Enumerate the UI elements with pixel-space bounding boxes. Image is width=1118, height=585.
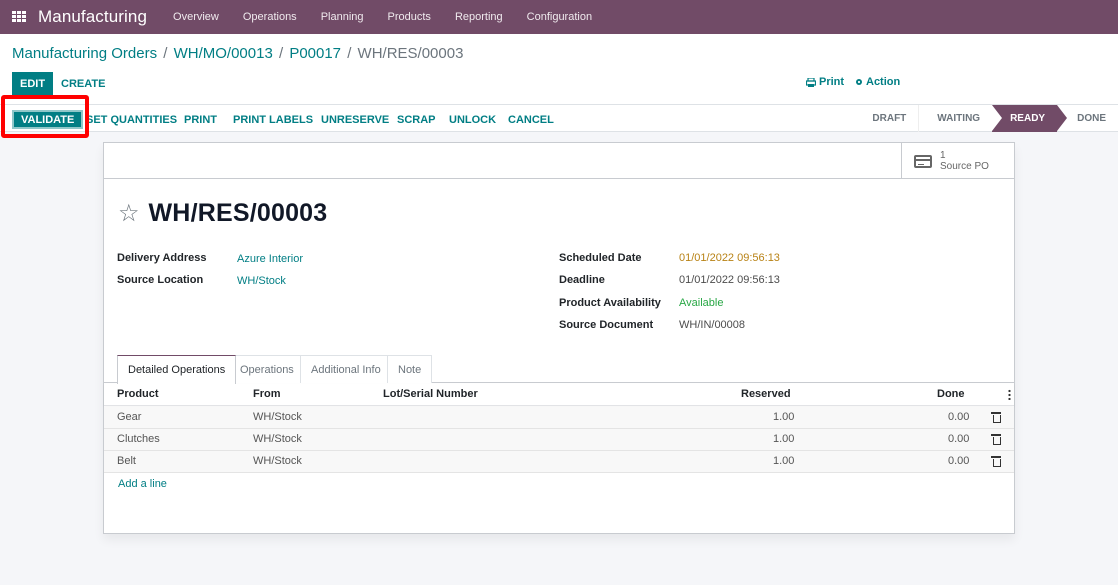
- row-product: Belt: [117, 455, 136, 467]
- source-po-count: 1: [940, 150, 946, 161]
- breadcrumb-separator: /: [278, 45, 284, 62]
- optional-columns-icon[interactable]: [1008, 389, 1011, 400]
- menu-reporting[interactable]: Reporting: [443, 11, 515, 23]
- app-name[interactable]: Manufacturing: [38, 7, 147, 27]
- row-done: 0.00: [948, 411, 970, 423]
- cancel-button[interactable]: CANCEL: [508, 111, 554, 128]
- row-reserved: 1.00: [773, 433, 795, 445]
- unreserve-button[interactable]: UNRESERVE: [321, 111, 389, 128]
- menu-products[interactable]: Products: [376, 11, 443, 23]
- print-labels-button[interactable]: PRINT LABELS: [233, 111, 313, 128]
- row-from: WH/Stock: [253, 411, 302, 423]
- delivery-address-label: Delivery Address: [117, 252, 207, 264]
- set-quantities-button[interactable]: SET QUANTITIES: [86, 111, 177, 128]
- col-reserved[interactable]: Reserved: [741, 388, 791, 400]
- col-product[interactable]: Product: [117, 388, 159, 400]
- col-done[interactable]: Done: [937, 388, 965, 400]
- create-button[interactable]: CREATE: [55, 72, 111, 95]
- source-po-label: Source PO: [940, 161, 989, 172]
- action-label: Action: [866, 76, 901, 88]
- trash-icon[interactable]: [991, 412, 1001, 423]
- breadcrumb-po[interactable]: P00017: [289, 45, 341, 62]
- trash-icon[interactable]: [991, 456, 1001, 467]
- row-done: 0.00: [948, 433, 970, 445]
- menu-planning[interactable]: Planning: [309, 11, 376, 23]
- print-dropdown[interactable]: Print: [806, 76, 844, 88]
- notebook-tabs: Detailed Operations Operations Additiona…: [104, 355, 1014, 384]
- row-reserved: 1.00: [773, 455, 795, 467]
- top-navbar: Manufacturing Overview Operations Planni…: [0, 0, 1118, 34]
- deadline-label: Deadline: [559, 274, 605, 286]
- print-button[interactable]: PRINT: [184, 111, 217, 128]
- stage-ready[interactable]: READY: [992, 105, 1068, 132]
- row-done: 0.00: [948, 455, 970, 467]
- status-bar: VALIDATE SET QUANTITIES PRINT PRINT LABE…: [0, 104, 1118, 132]
- tab-additional-info[interactable]: Additional Info: [300, 355, 392, 383]
- stage-waiting[interactable]: WAITING: [918, 105, 992, 132]
- tab-detailed-operations[interactable]: Detailed Operations: [117, 355, 237, 384]
- breadcrumb-separator: /: [163, 45, 168, 62]
- table-header: Product From Lot/Serial Number Reserved …: [104, 384, 1014, 406]
- tab-operations[interactable]: Operations: [229, 355, 305, 383]
- row-from: WH/Stock: [253, 455, 302, 467]
- trash-icon[interactable]: [991, 434, 1001, 445]
- validate-button[interactable]: VALIDATE: [12, 110, 84, 129]
- delivery-address-value[interactable]: Azure Interior: [237, 253, 303, 265]
- menu-operations[interactable]: Operations: [231, 11, 309, 23]
- product-availability-label: Product Availability: [559, 297, 661, 309]
- source-document-label: Source Document: [559, 319, 654, 331]
- stage-pipeline: DRAFT WAITING READY DONE: [854, 105, 1118, 132]
- breadcrumb-separator: /: [347, 45, 352, 62]
- apps-menu-icon[interactable]: [12, 11, 26, 23]
- table-row[interactable]: Clutches WH/Stock 1.00 0.00: [104, 429, 1014, 451]
- stage-draft[interactable]: DRAFT: [854, 105, 918, 132]
- button-box: 1 Source PO: [104, 143, 1014, 179]
- deadline-value: 01/01/2022 09:56:13: [679, 274, 780, 286]
- action-dropdown[interactable]: Action: [855, 76, 900, 88]
- title-row: ☆ WH/RES/00003: [118, 199, 327, 228]
- record-title: WH/RES/00003: [148, 199, 328, 227]
- gear-icon: [856, 79, 862, 85]
- star-icon[interactable]: ☆: [118, 201, 140, 226]
- breadcrumb: Manufacturing Orders / WH/MO/00013 / P00…: [12, 45, 463, 62]
- menu-configuration[interactable]: Configuration: [515, 11, 604, 23]
- row-product: Gear: [117, 411, 142, 423]
- tab-note[interactable]: Note: [387, 355, 433, 383]
- breadcrumb-current: WH/RES/00003: [357, 45, 464, 62]
- breadcrumb-manufacturing-orders[interactable]: Manufacturing Orders: [12, 45, 157, 62]
- table-row[interactable]: Belt WH/Stock 1.00 0.00: [104, 451, 1014, 473]
- menu-overview[interactable]: Overview: [161, 11, 231, 23]
- edit-button[interactable]: EDIT: [12, 72, 54, 95]
- scheduled-date-value: 01/01/2022 09:56:13: [679, 252, 780, 264]
- source-location-value[interactable]: WH/Stock: [237, 275, 286, 287]
- product-availability-value: Available: [679, 297, 724, 309]
- credit-card-icon: [914, 154, 932, 168]
- row-product: Clutches: [117, 433, 160, 445]
- source-location-label: Source Location: [117, 274, 204, 286]
- print-label: Print: [819, 76, 845, 88]
- scheduled-date-label: Scheduled Date: [559, 252, 642, 264]
- breadcrumb-mo[interactable]: WH/MO/00013: [174, 45, 273, 62]
- col-from[interactable]: From: [253, 388, 281, 400]
- scrap-button[interactable]: SCRAP: [397, 111, 436, 128]
- unlock-button[interactable]: UNLOCK: [449, 111, 496, 128]
- add-line-link[interactable]: Add a line: [118, 478, 167, 490]
- source-po-smart-button[interactable]: 1 Source PO: [901, 143, 1014, 179]
- control-panel: Manufacturing Orders / WH/MO/00013 / P00…: [0, 34, 1118, 104]
- table-row[interactable]: Gear WH/Stock 1.00 0.00: [104, 407, 1014, 429]
- print-icon: [806, 77, 816, 87]
- form-sheet: 1 Source PO ☆ WH/RES/00003 Delivery Addr…: [103, 142, 1015, 534]
- row-reserved: 1.00: [773, 411, 795, 423]
- source-document-value: WH/IN/00008: [679, 319, 746, 331]
- row-from: WH/Stock: [253, 433, 302, 445]
- col-lot-serial[interactable]: Lot/Serial Number: [383, 388, 478, 400]
